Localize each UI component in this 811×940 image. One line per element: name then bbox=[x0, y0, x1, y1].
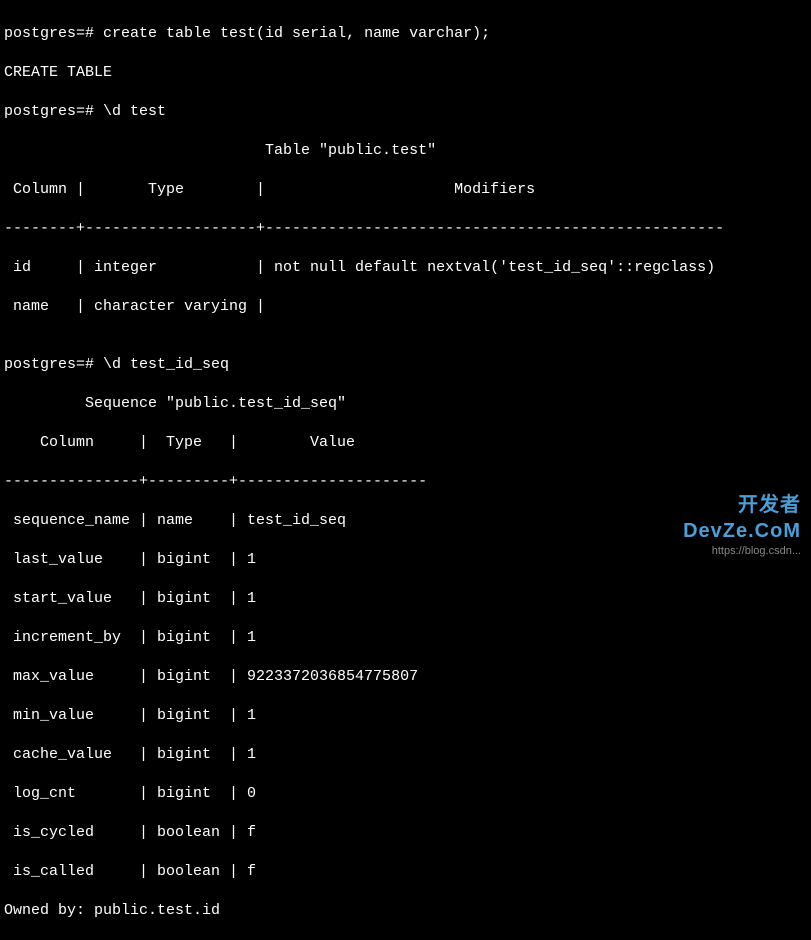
sequence-header: Column | Type | Value bbox=[4, 433, 807, 453]
watermark-url: https://blog.csdn... bbox=[683, 544, 801, 558]
sequence-row: log_cnt | bigint | 0 bbox=[4, 784, 807, 804]
sequence-row: cache_value | bigint | 1 bbox=[4, 745, 807, 765]
terminal-output[interactable]: postgres=# create table test(id serial, … bbox=[4, 4, 807, 940]
sequence-row: start_value | bigint | 1 bbox=[4, 589, 807, 609]
prompt: postgres=# bbox=[4, 103, 103, 120]
watermark-brand: 开发者 DevZe.CoM bbox=[683, 492, 801, 544]
table-header: Column | Type | Modifiers bbox=[4, 180, 807, 200]
watermark: 开发者 DevZe.CoM https://blog.csdn... bbox=[683, 492, 801, 558]
sql-command: create table test(id serial, name varcha… bbox=[103, 25, 490, 42]
result-line: CREATE TABLE bbox=[4, 63, 807, 83]
table-row: name | character varying | bbox=[4, 297, 807, 317]
describe-command: \d test bbox=[103, 103, 166, 120]
sequence-row: min_value | bigint | 1 bbox=[4, 706, 807, 726]
command-line-2: postgres=# \d test bbox=[4, 102, 807, 122]
owned-by-line: Owned by: public.test.id bbox=[4, 901, 807, 921]
command-line-3: postgres=# \d test_id_seq bbox=[4, 355, 807, 375]
sequence-row: is_cycled | boolean | f bbox=[4, 823, 807, 843]
table-row: id | integer | not null default nextval(… bbox=[4, 258, 807, 278]
sequence-row: max_value | bigint | 9223372036854775807 bbox=[4, 667, 807, 687]
prompt: postgres=# bbox=[4, 356, 103, 373]
table-title: Table "public.test" bbox=[4, 141, 807, 161]
describe-command: \d test_id_seq bbox=[103, 356, 229, 373]
sequence-title: Sequence "public.test_id_seq" bbox=[4, 394, 807, 414]
sequence-row: is_called | boolean | f bbox=[4, 862, 807, 882]
prompt: postgres=# bbox=[4, 25, 103, 42]
sequence-divider: ---------------+---------+--------------… bbox=[4, 472, 807, 492]
table-divider: --------+-------------------+-----------… bbox=[4, 219, 807, 239]
command-line-1: postgres=# create table test(id serial, … bbox=[4, 24, 807, 44]
sequence-row: increment_by | bigint | 1 bbox=[4, 628, 807, 648]
